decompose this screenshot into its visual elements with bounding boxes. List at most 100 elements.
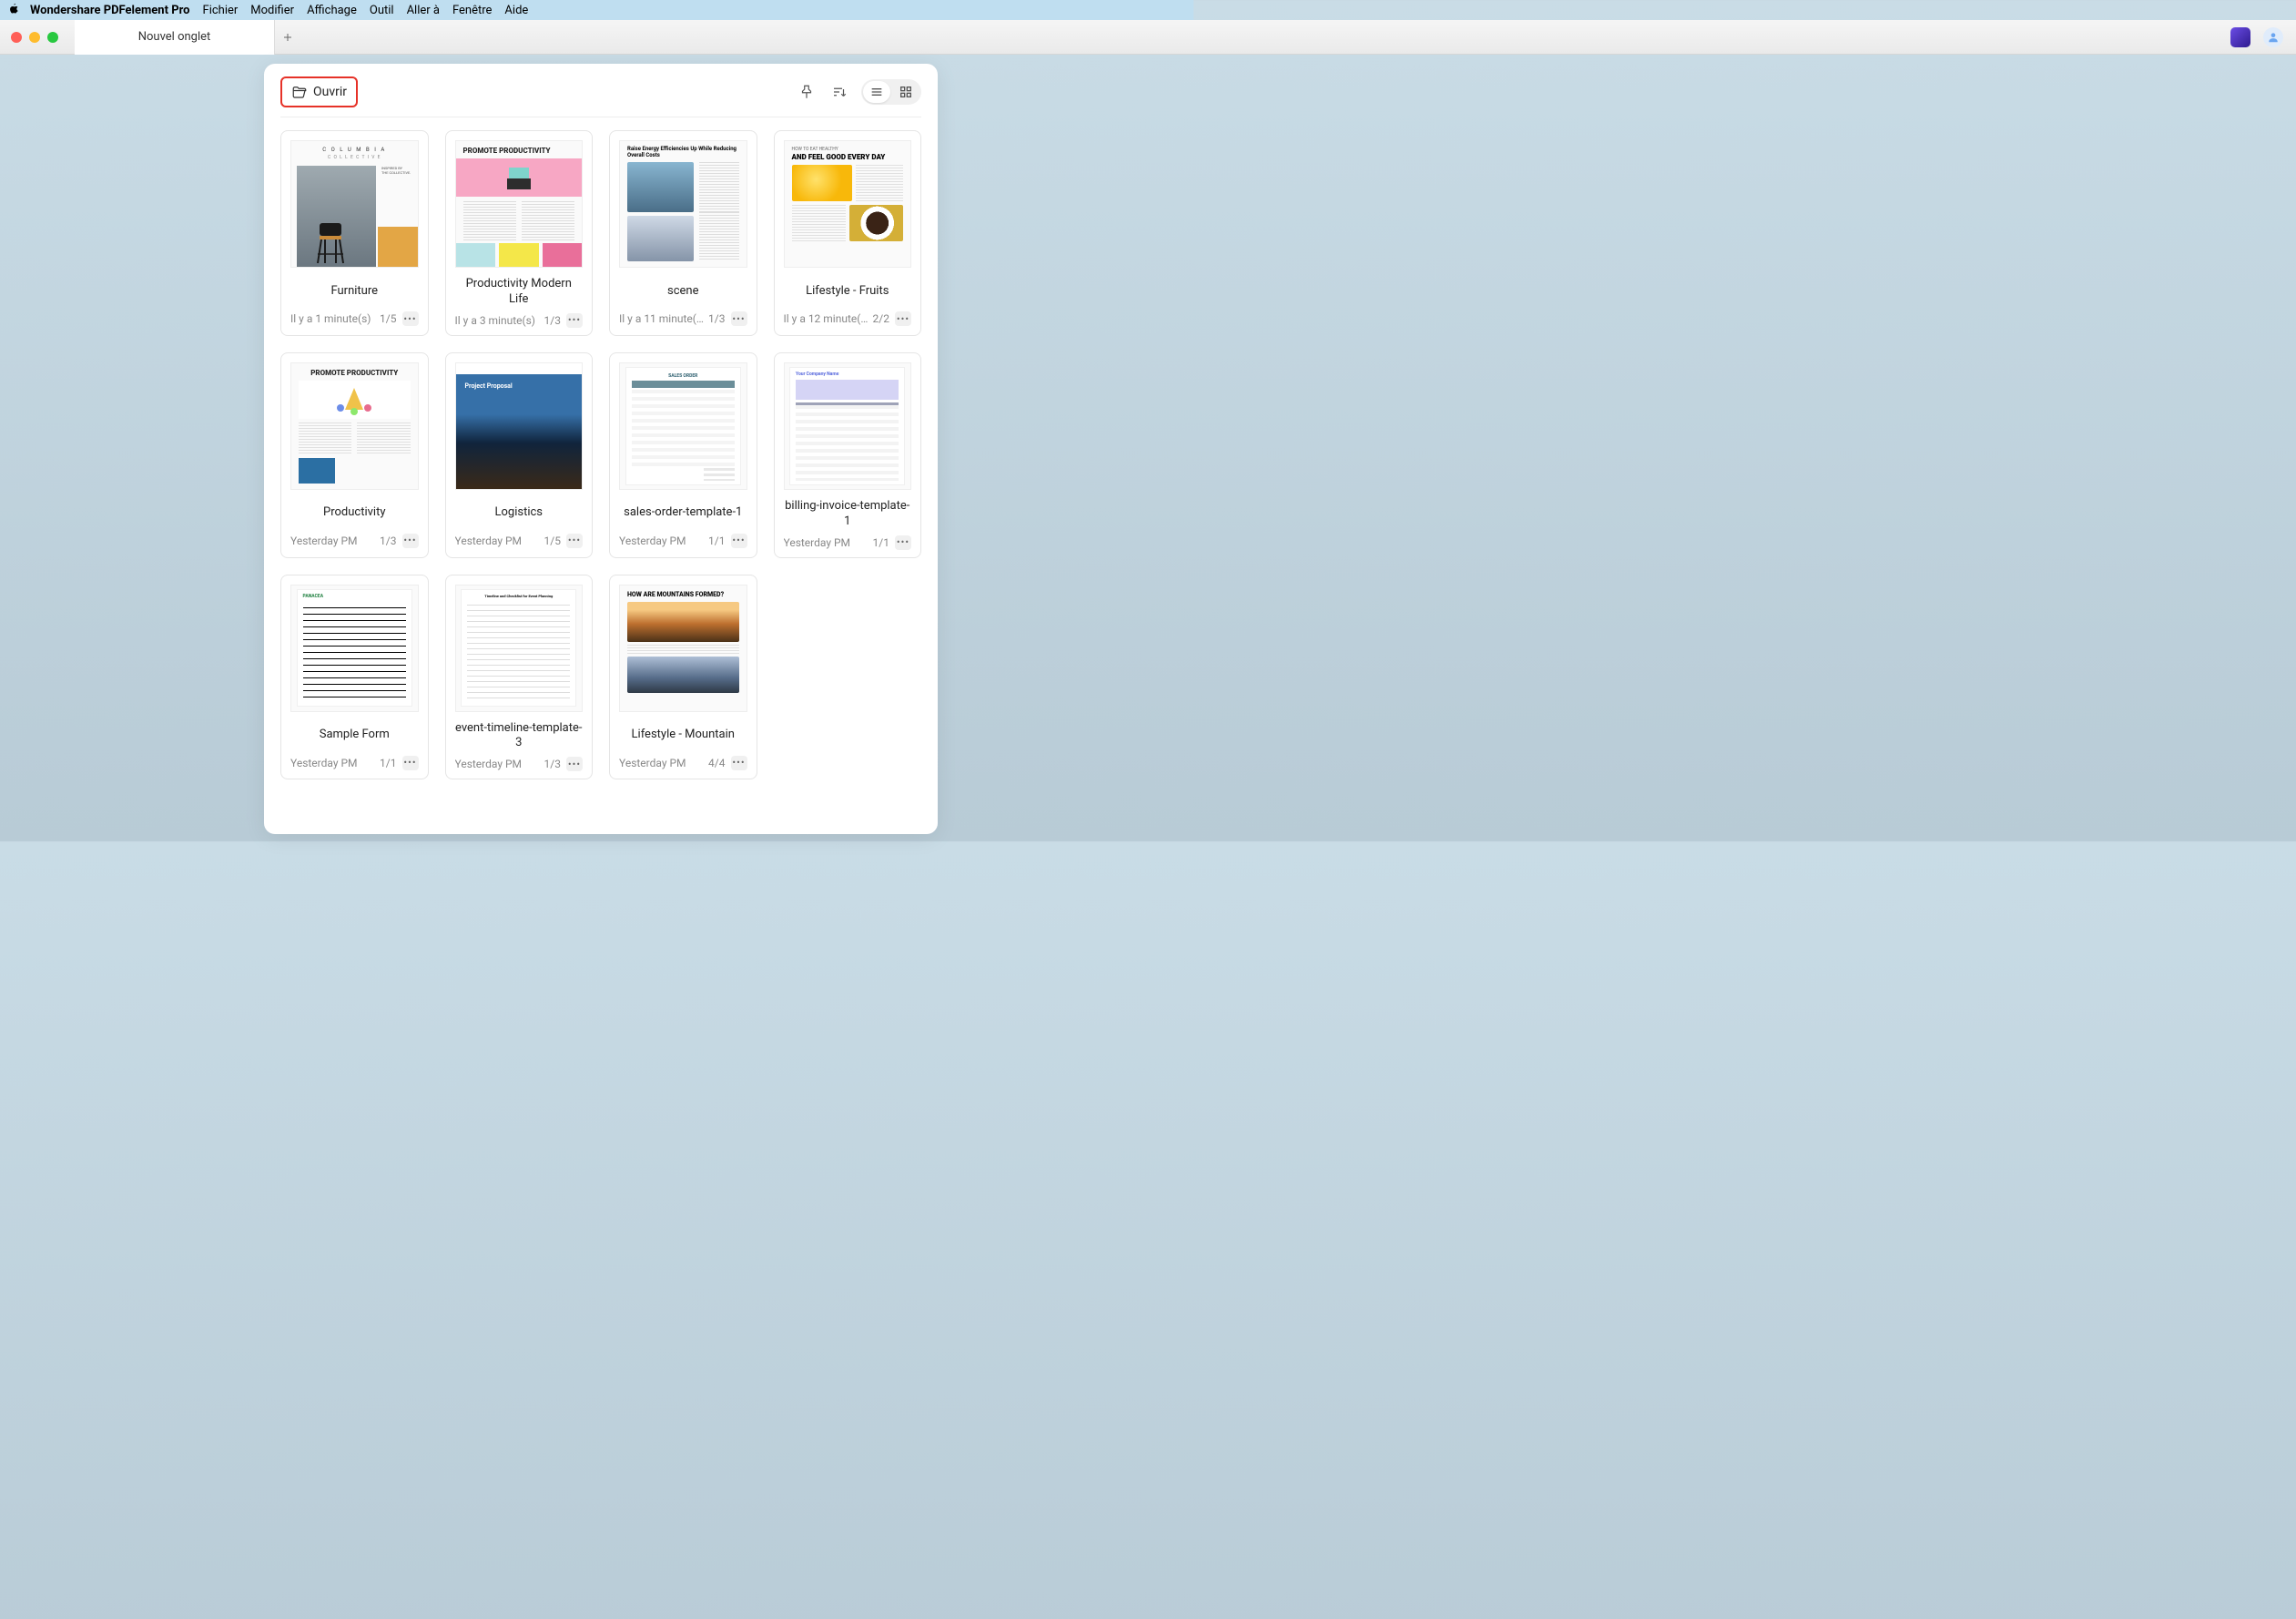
titlebar-right-actions	[2230, 27, 2283, 47]
document-card[interactable]: SALES ORDERsales-order-template-1Yesterd…	[609, 352, 757, 558]
document-time: Yesterday PM	[290, 757, 358, 769]
document-card[interactable]: PROMOTE PRODUCTIVITY Productivity Modern…	[445, 130, 594, 336]
document-pages: 1/3	[544, 314, 561, 327]
document-thumbnail: PROMOTE PRODUCTIVITY	[290, 362, 419, 490]
document-pages: 1/5	[380, 312, 396, 325]
document-meta: Yesterday PM 1/5 •••	[455, 534, 584, 548]
more-icon[interactable]: •••	[731, 534, 747, 548]
more-icon[interactable]: •••	[566, 313, 583, 328]
view-toggle	[861, 79, 921, 105]
panel-toolbar: Ouvrir	[280, 76, 921, 107]
more-icon[interactable]: •••	[731, 756, 747, 770]
document-pages: 1/1	[873, 536, 889, 549]
document-pages: 1/3	[708, 312, 725, 325]
profile-button[interactable]	[2263, 27, 2283, 47]
document-thumbnail: HOW ARE MOUNTAINS FORMED?	[619, 585, 747, 712]
document-thumbnail: Your Company Name	[784, 362, 912, 490]
menu-affichage[interactable]: Affichage	[307, 4, 357, 17]
document-meta: Yesterday PM 1/1 •••	[290, 756, 419, 770]
app-name: Wondershare PDFelement Pro	[30, 4, 190, 17]
pin-button[interactable]	[796, 81, 818, 103]
document-pages: 1/1	[708, 535, 725, 547]
document-time: Yesterday PM	[455, 758, 523, 770]
document-meta: Yesterday PM 1/3 •••	[290, 534, 419, 548]
document-pages: 2/2	[873, 312, 889, 325]
document-meta: Yesterday PM 1/1 •••	[619, 534, 747, 548]
document-thumbnail: C O L U M B I A C O L L E C T I V E INSP…	[290, 140, 419, 268]
menu-aide[interactable]: Aide	[504, 4, 528, 17]
more-icon[interactable]: •••	[402, 311, 419, 326]
apple-icon[interactable]	[7, 3, 19, 18]
new-tab-button[interactable]	[275, 20, 300, 54]
document-time: Yesterday PM	[619, 535, 686, 547]
document-title: event-timeline-template-3	[455, 721, 584, 752]
more-icon[interactable]: •••	[566, 757, 583, 771]
more-icon[interactable]: •••	[895, 535, 911, 550]
document-time: Il y a 3 minute(s)	[455, 314, 536, 327]
more-icon[interactable]: •••	[402, 534, 419, 548]
more-icon[interactable]: •••	[731, 311, 747, 326]
document-card[interactable]: LDS Project Proposal Logistics Yesterday …	[445, 352, 594, 558]
menu-fenetre[interactable]: Fenêtre	[452, 4, 492, 17]
document-card[interactable]: HOW TO EAT HEALTHY AND FEEL GOOD EVERY D…	[774, 130, 922, 336]
document-time: Yesterday PM	[455, 535, 523, 547]
document-card[interactable]: Your Company Name billing-invoice-templat…	[774, 352, 922, 558]
document-card[interactable]: Raise Energy Efficiencies Up While Reduc…	[609, 130, 757, 336]
folder-open-icon	[291, 84, 308, 100]
ai-assistant-button[interactable]	[2230, 27, 2250, 47]
traffic-lights	[11, 32, 58, 43]
menu-modifier[interactable]: Modifier	[250, 4, 294, 17]
document-time: Il y a 1 minute(s)	[290, 312, 371, 325]
document-pages: 1/3	[380, 535, 396, 547]
document-title: Lifestyle - Fruits	[784, 277, 912, 306]
grid-view-button[interactable]	[892, 81, 919, 103]
more-icon[interactable]: •••	[566, 534, 583, 548]
document-time: Yesterday PM	[290, 535, 358, 547]
document-title: Productivity Modern Life	[455, 277, 584, 308]
document-time: Il y a 11 minute(s)	[619, 312, 706, 325]
document-card[interactable]: PANACEA Sample Form Yesterday PM 1/1 •••	[280, 575, 429, 780]
window-toolbar: Nouvel onglet	[0, 20, 2296, 55]
tab-new[interactable]: Nouvel onglet	[75, 20, 275, 55]
document-pages: 1/1	[380, 757, 396, 769]
more-icon[interactable]: •••	[895, 311, 911, 326]
menu-fichier[interactable]: Fichier	[203, 4, 239, 17]
more-icon[interactable]: •••	[402, 756, 419, 770]
document-pages: 4/4	[708, 757, 725, 769]
document-time: Yesterday PM	[784, 536, 851, 549]
document-pages: 1/5	[544, 535, 561, 547]
zoom-window-button[interactable]	[47, 32, 58, 43]
document-meta: Il y a 12 minute(s)2/2 •••	[784, 311, 912, 326]
document-meta: Yesterday PM1/3•••	[455, 757, 584, 771]
mac-menu-bar: Wondershare PDFelement Pro Fichier Modif…	[0, 0, 1194, 20]
document-thumbnail: Raise Energy Efficiencies Up While Reduc…	[619, 140, 747, 268]
list-view-button[interactable]	[863, 81, 890, 103]
document-time: Il y a 12 minute(s)	[784, 312, 870, 325]
document-meta: Yesterday PM 1/1 •••	[784, 535, 912, 550]
document-title: Productivity	[290, 499, 419, 528]
document-title: Sample Form	[290, 721, 419, 750]
document-card[interactable]: HOW ARE MOUNTAINS FORMED?Lifestyle - Mou…	[609, 575, 757, 780]
open-button[interactable]: Ouvrir	[280, 76, 358, 107]
document-meta: Il y a 11 minute(s)1/3 •••	[619, 311, 747, 326]
document-thumbnail: PANACEA	[290, 585, 419, 712]
close-window-button[interactable]	[11, 32, 22, 43]
documents-grid: C O L U M B I A C O L L E C T I V E INSP…	[280, 130, 921, 779]
menu-allera[interactable]: Aller à	[407, 4, 440, 17]
tab-label: Nouvel onglet	[138, 30, 211, 44]
document-thumbnail: HOW TO EAT HEALTHY AND FEEL GOOD EVERY D…	[784, 140, 912, 268]
minimize-window-button[interactable]	[29, 32, 40, 43]
document-title: Logistics	[455, 499, 584, 528]
document-card[interactable]: C O L U M B I A C O L L E C T I V E INSP…	[280, 130, 429, 336]
document-card[interactable]: PROMOTE PRODUCTIVITY Productivity Yesterd…	[280, 352, 429, 558]
open-label: Ouvrir	[313, 85, 347, 99]
document-thumbnail: LDS Project Proposal	[455, 362, 584, 490]
document-card[interactable]: Timeline and Checklist for Event Plannin…	[445, 575, 594, 780]
document-meta: Yesterday PM4/4•••	[619, 756, 747, 770]
menu-outil[interactable]: Outil	[370, 4, 394, 17]
sort-button[interactable]	[828, 81, 850, 103]
document-title: Furniture	[290, 277, 419, 306]
document-title: sales-order-template-1	[619, 499, 747, 528]
document-title: billing-invoice-template-1	[784, 499, 912, 530]
document-thumbnail: Timeline and Checklist for Event Plannin…	[455, 585, 584, 712]
